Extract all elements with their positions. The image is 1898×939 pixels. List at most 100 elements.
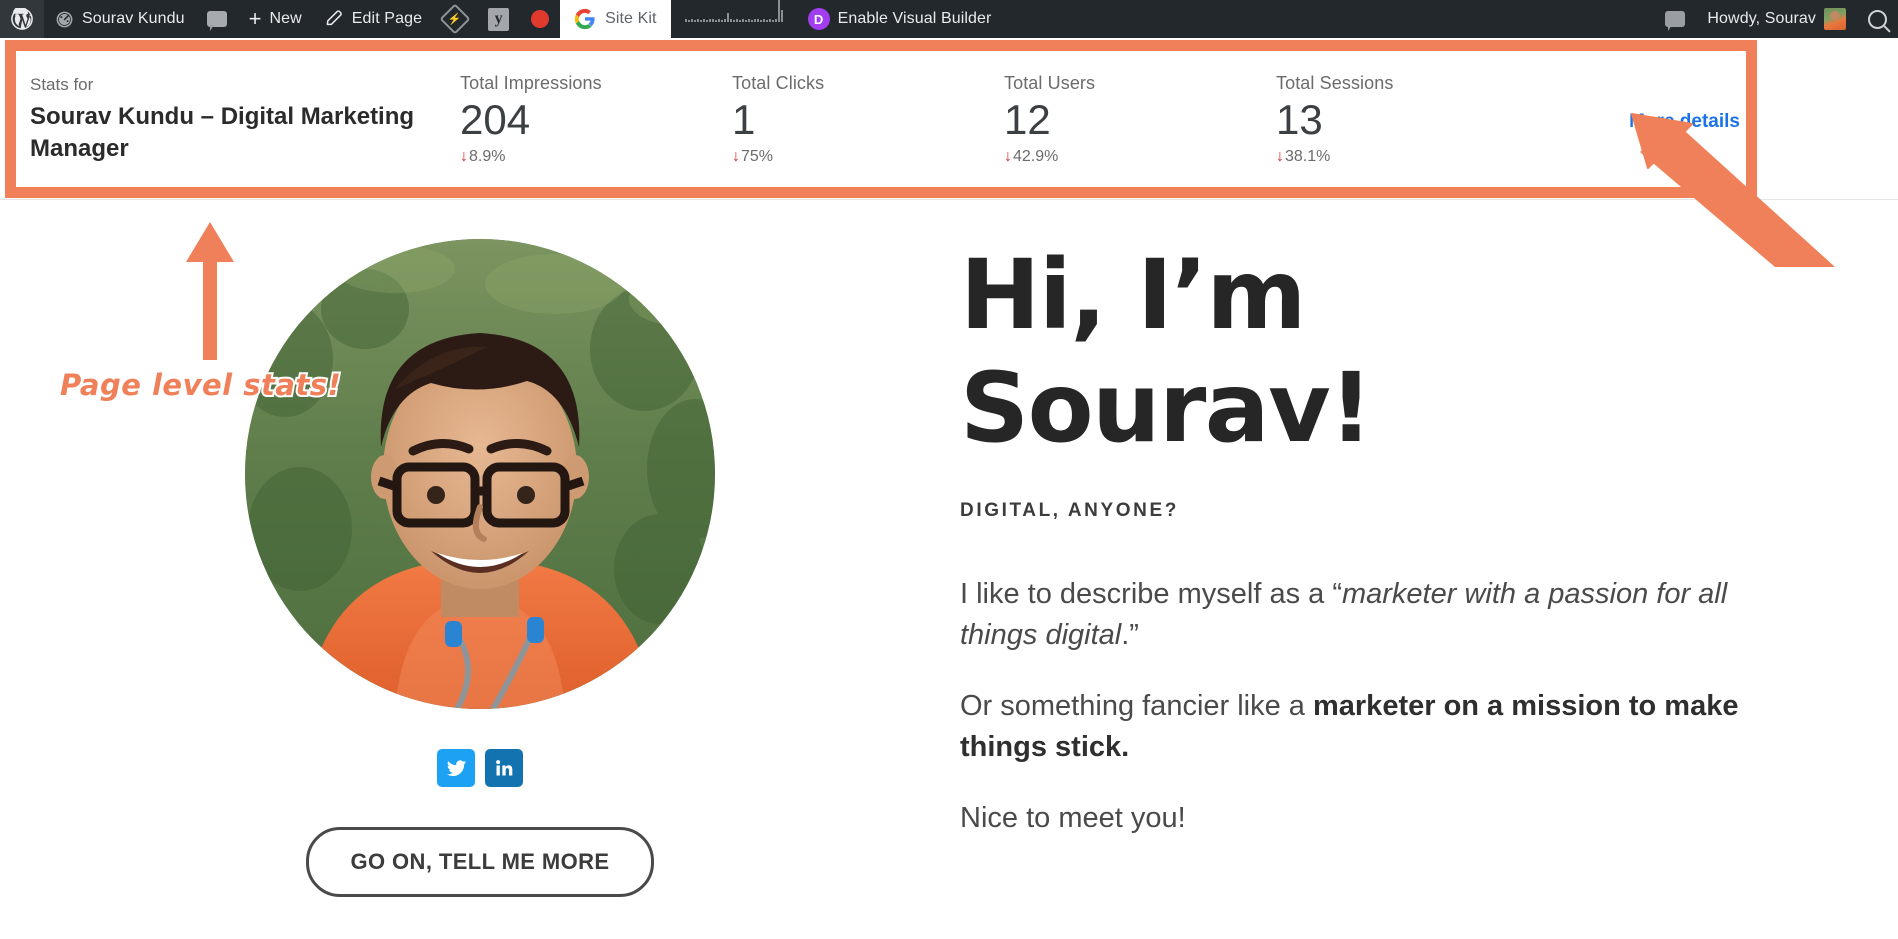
profile-photo-sourav	[245, 239, 715, 709]
arrow-down-icon: ↓	[1004, 147, 1012, 165]
sparkline-bar	[741, 19, 744, 22]
pencil-icon	[324, 9, 344, 29]
admin-bar-new-label: New	[269, 10, 302, 27]
site-kit-stats-bar: Stats for Sourav Kundu – Digital Marketi…	[0, 38, 1898, 200]
admin-bar-jetpack[interactable]: ⚡	[433, 0, 477, 38]
comment-bubble-icon	[206, 11, 227, 31]
metric-total-impressions: Total Impressions 204 ↓ 8.9%	[460, 71, 732, 165]
p1-before: I like to describe myself as a “	[960, 577, 1342, 610]
site-kit-sparkline[interactable]	[671, 0, 797, 22]
sparkline-bar	[720, 20, 723, 22]
metric-total-sessions: Total Sessions 13 ↓ 38.1%	[1276, 71, 1548, 165]
sparkline-bar	[747, 19, 750, 22]
sparkline-bar	[687, 20, 690, 22]
hero-left-column: GO ON, TELL ME MORE	[0, 239, 960, 897]
sparkline-bar	[744, 20, 747, 22]
sparkline-bar	[708, 19, 711, 22]
admin-bar-red-dot[interactable]	[520, 0, 560, 38]
sparkline-bar	[711, 19, 714, 22]
social-link-linkedin[interactable]	[485, 749, 523, 787]
hero-heading-line-1: Hi, I’m	[960, 239, 1306, 351]
metric-change-value: 38.1%	[1285, 147, 1331, 165]
metric-change: ↓ 42.9%	[1004, 148, 1276, 166]
metric-label: Total Sessions	[1276, 73, 1394, 94]
sparkline-bar	[771, 20, 774, 22]
profile-photo-illustration	[245, 239, 715, 709]
arrow-down-icon: ↓	[732, 147, 740, 165]
admin-bar-yoast[interactable]: y	[477, 0, 520, 38]
admin-bar-notifications[interactable]	[1654, 0, 1696, 38]
sparkline-bar	[759, 20, 762, 22]
admin-bar-comments[interactable]	[196, 0, 238, 38]
metric-change: ↓ 8.9%	[460, 148, 732, 166]
admin-bar-search[interactable]	[1857, 0, 1898, 38]
p2-before: Or something fancier like a	[960, 689, 1313, 722]
wordpress-logo-button[interactable]	[0, 0, 44, 38]
metric-label: Total Impressions	[460, 73, 602, 94]
sparkline-bar	[762, 19, 765, 22]
sparkline-bar	[735, 19, 738, 22]
red-dot-icon	[531, 10, 550, 28]
admin-bar-howdy-label: Howdy, Sourav	[1707, 10, 1816, 27]
hero-heading: Hi, I’m Sourav!	[960, 239, 1780, 466]
sparkline-bar	[768, 19, 771, 22]
admin-bar-divi-label: Enable Visual Builder	[837, 10, 992, 27]
metric-change-value: 8.9%	[469, 147, 506, 165]
linkedin-in-icon	[496, 760, 513, 776]
sparkline-bar	[777, 0, 780, 22]
social-link-twitter[interactable]	[437, 749, 475, 787]
admin-bar-divi[interactable]: D Enable Visual Builder	[797, 0, 1003, 38]
metric-total-users: Total Users 12 ↓ 42.9%	[1004, 71, 1276, 165]
metric-change-value: 75%	[741, 147, 774, 165]
sparkline-bar	[774, 19, 777, 22]
hero-paragraph-3: Nice to meet you!	[960, 802, 1186, 835]
metric-value: 12	[1004, 96, 1051, 144]
metric-label: Total Clicks	[732, 73, 825, 94]
admin-bar-edit-page-label: Edit Page	[351, 10, 423, 27]
sparkline-bar	[756, 19, 759, 22]
hero-section: GO ON, TELL ME MORE Hi, I’m Sourav! DIGI…	[0, 201, 1898, 897]
sparkline-bar	[753, 19, 756, 22]
sparkline-bar	[717, 19, 720, 22]
metric-change: ↓ 75%	[732, 148, 1004, 166]
sparkline-bar	[699, 20, 702, 22]
metric-total-clicks: Total Clicks 1 ↓ 75%	[732, 71, 1004, 165]
sparkline-bar	[738, 20, 741, 22]
plus-icon: +	[248, 6, 262, 31]
go-on-tell-me-more-button[interactable]: GO ON, TELL ME MORE	[305, 827, 655, 897]
admin-bar-site-kit[interactable]: Site Kit	[560, 0, 671, 38]
sparkline-bar	[705, 20, 708, 22]
wp-admin-bar: Sourav Kundu + New Edit Page ⚡ y Site Ki…	[0, 0, 1898, 38]
metric-value: 1	[732, 96, 756, 144]
admin-bar-site-name-label: Sourav Kundu	[82, 10, 185, 27]
sparkline-bar	[750, 20, 753, 22]
more-details-link[interactable]: More details	[1629, 71, 1740, 133]
metric-change-value: 42.9%	[1013, 147, 1059, 165]
wordpress-logo-icon	[11, 8, 33, 30]
admin-bar-my-account[interactable]: Howdy, Sourav	[1696, 0, 1857, 38]
avatar	[1824, 8, 1846, 30]
search-icon	[1868, 9, 1887, 29]
sparkline-bar	[693, 20, 696, 22]
sparkline-bar	[780, 10, 783, 22]
admin-bar-new-content[interactable]: + New	[238, 0, 313, 38]
stats-for-label: Stats for	[30, 75, 94, 95]
metric-value: 204	[460, 96, 531, 144]
sparkline-bar	[726, 13, 729, 22]
sparkline-bar	[702, 19, 705, 22]
google-g-icon	[574, 8, 596, 30]
sparkline-bar	[732, 20, 735, 22]
dashboard-speedometer-icon	[55, 10, 74, 29]
admin-bar-site-kit-label: Site Kit	[605, 10, 657, 27]
metric-value: 13	[1276, 96, 1323, 144]
hero-paragraph-1: I like to describe myself as a “marketer…	[960, 574, 1780, 656]
admin-bar-site-name[interactable]: Sourav Kundu	[44, 0, 196, 38]
comment-bubble-icon	[1665, 11, 1686, 31]
arrow-down-icon: ↓	[460, 147, 468, 165]
admin-bar-edit-page[interactable]: Edit Page	[313, 0, 433, 38]
twitter-bird-icon	[446, 759, 466, 776]
social-links	[437, 749, 523, 787]
sparkline-bar	[765, 20, 768, 22]
sparkline-bar	[723, 19, 726, 22]
metric-change: ↓ 38.1%	[1276, 148, 1548, 166]
